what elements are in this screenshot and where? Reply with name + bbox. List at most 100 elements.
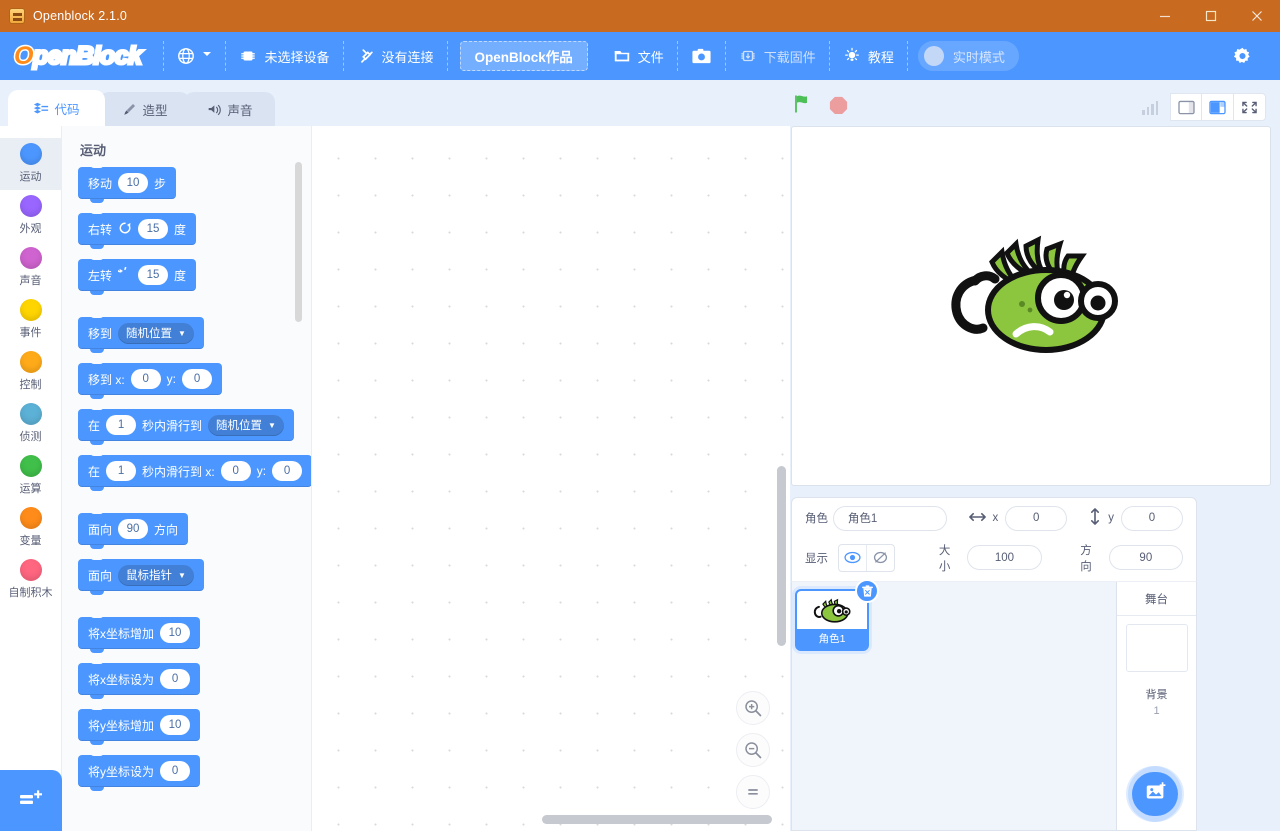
- sprite-name-label: 角色: [805, 513, 828, 525]
- maximize-button[interactable]: [1188, 0, 1234, 32]
- zoom-reset-icon[interactable]: [736, 775, 770, 809]
- category-looks[interactable]: 外观: [0, 190, 62, 242]
- small-stage-button[interactable]: [1170, 93, 1202, 121]
- stage-sprite[interactable]: [942, 222, 1122, 377]
- menu-item-realtime-mode[interactable]: 实时模式: [917, 41, 1019, 71]
- block-input-y[interactable]: 0: [272, 461, 303, 481]
- block-dropdown-towards[interactable]: 鼠标指针 ▼: [118, 564, 194, 586]
- category-motion[interactable]: 运动: [0, 138, 62, 190]
- block-input-y[interactable]: 0: [160, 761, 191, 781]
- block-input-direction[interactable]: 90: [118, 519, 149, 539]
- folder-icon: [613, 47, 631, 65]
- fullscreen-button[interactable]: [1234, 93, 1266, 121]
- tab-bar: 代码 造型 声音: [0, 80, 1280, 126]
- block-input-x[interactable]: 0: [130, 369, 161, 389]
- sprite-y-input[interactable]: 0: [1121, 505, 1183, 531]
- category-color-dot: [19, 403, 42, 425]
- block-point-towards[interactable]: 面向 鼠标指针 ▼: [78, 556, 204, 595]
- block-palette[interactable]: 运动 移动 10 步 右转 15 度 左转 15 度 移到 随机位置 ▼ 移到 …: [62, 126, 312, 831]
- menu-item-download-firmware[interactable]: 下载固件: [726, 40, 829, 72]
- delete-sprite-button[interactable]: [855, 579, 879, 603]
- close-button[interactable]: [1234, 0, 1280, 32]
- sprite-name-input[interactable]: 角色1: [832, 505, 947, 531]
- code-workspace[interactable]: [312, 126, 790, 831]
- show-sprite-button[interactable]: [839, 545, 867, 571]
- block-input-degrees[interactable]: 15: [138, 265, 169, 285]
- hide-sprite-button[interactable]: [866, 544, 894, 571]
- category-my-blocks[interactable]: 自制积木: [0, 554, 62, 606]
- block-input-dx[interactable]: 10: [160, 623, 191, 643]
- minimize-button[interactable]: [1142, 0, 1188, 32]
- category-sensing[interactable]: 侦测: [0, 398, 62, 450]
- stage-thumbnail[interactable]: [1125, 624, 1188, 672]
- block-input-degrees[interactable]: 15: [138, 219, 169, 239]
- zoom-in-icon[interactable]: [736, 691, 770, 725]
- category-label: 侦测: [19, 431, 42, 443]
- window-title: Openblock 2.1.0: [33, 9, 128, 23]
- block-point-direction[interactable]: 面向 90 方向: [78, 510, 189, 549]
- stage[interactable]: [791, 126, 1271, 486]
- category-operators[interactable]: 运算: [0, 450, 62, 502]
- backdrop-label: 背景: [1145, 689, 1168, 701]
- menu-item-device[interactable]: 未选择设备: [226, 40, 342, 72]
- sprite-show-label: 显示: [805, 552, 828, 565]
- block-turn-right[interactable]: 右转 15 度: [78, 210, 197, 249]
- tab-costumes[interactable]: 造型: [99, 92, 190, 126]
- block-glide-to[interactable]: 在 1 秒内滑行到 随机位置 ▼: [78, 406, 294, 445]
- menu-item-tutorial[interactable]: 教程: [830, 40, 907, 72]
- menu-item-connection[interactable]: 没有连接: [344, 40, 447, 72]
- menu-item-project-name[interactable]: OpenBlock作品: [459, 41, 588, 71]
- signal-icon[interactable]: [1142, 99, 1158, 115]
- block-change-y-by[interactable]: 将y坐标增加 10: [78, 706, 201, 745]
- block-set-y-to[interactable]: 将y坐标设为 0: [78, 752, 201, 791]
- workspace-vertical-scrollbar[interactable]: [777, 466, 786, 646]
- menu-item-language[interactable]: [164, 40, 225, 72]
- block-turn-left[interactable]: 左转 15 度: [78, 256, 197, 295]
- block-label: 度: [174, 222, 187, 237]
- block-input-x[interactable]: 0: [160, 669, 191, 689]
- block-goto-xy[interactable]: 移到 x: 0 y: 0: [78, 360, 223, 399]
- add-extension-button[interactable]: [0, 770, 62, 831]
- category-variables[interactable]: 变量: [0, 502, 62, 554]
- block-set-x-to[interactable]: 将x坐标设为 0: [78, 660, 201, 699]
- block-input-y[interactable]: 0: [182, 369, 213, 389]
- category-control[interactable]: 控制: [0, 346, 62, 398]
- zoom-out-icon[interactable]: [736, 733, 770, 767]
- sprite-visibility-toggle: [837, 543, 896, 572]
- green-flag-icon[interactable]: [792, 93, 814, 120]
- block-dropdown-target[interactable]: 随机位置 ▼: [208, 414, 284, 436]
- palette-scrollbar[interactable]: [295, 162, 302, 322]
- category-label: 事件: [19, 327, 42, 339]
- category-events[interactable]: 事件: [0, 294, 62, 346]
- menu-item-file[interactable]: 文件: [600, 40, 677, 72]
- menu-item-screenshot[interactable]: [678, 40, 725, 72]
- openblock-logo[interactable]: OpenBlock: [13, 42, 144, 70]
- block-input-x[interactable]: 0: [220, 461, 251, 481]
- sprite-x-input[interactable]: 0: [1005, 505, 1068, 531]
- sprite-direction-input[interactable]: 90: [1108, 545, 1183, 570]
- block-input-dy[interactable]: 10: [160, 715, 191, 735]
- block-input-steps[interactable]: 10: [118, 173, 149, 193]
- tab-sounds[interactable]: 声音: [184, 92, 275, 126]
- tab-code[interactable]: 代码: [8, 90, 105, 126]
- stop-icon[interactable]: [828, 94, 849, 120]
- chevron-down-icon: ▼: [178, 328, 186, 338]
- disconnect-icon: [357, 47, 375, 65]
- sprite-size-input[interactable]: 100: [967, 545, 1042, 570]
- workspace-horizontal-scrollbar[interactable]: [542, 815, 772, 824]
- block-goto[interactable]: 移到 随机位置 ▼: [78, 314, 204, 353]
- category-color-dot: [19, 507, 42, 529]
- block-dropdown-target[interactable]: 随机位置 ▼: [118, 322, 194, 344]
- menu-item-settings[interactable]: [1219, 40, 1266, 72]
- block-glide-to-xy[interactable]: 在 1 秒内滑行到 x: 0 y: 0: [78, 452, 311, 491]
- block-change-x-by[interactable]: 将x坐标增加 10: [78, 614, 201, 653]
- block-input-secs[interactable]: 1: [106, 415, 137, 435]
- turn-right-icon: [118, 221, 132, 238]
- add-backdrop-button[interactable]: [1134, 772, 1178, 816]
- large-stage-button[interactable]: [1202, 93, 1234, 121]
- block-input-secs[interactable]: 1: [106, 461, 137, 481]
- block-move-steps[interactable]: 移动 10 步: [78, 164, 177, 203]
- sprite-card[interactable]: 角色1: [795, 579, 879, 651]
- category-sound[interactable]: 声音: [0, 242, 62, 294]
- category-color-dot: [19, 195, 42, 217]
